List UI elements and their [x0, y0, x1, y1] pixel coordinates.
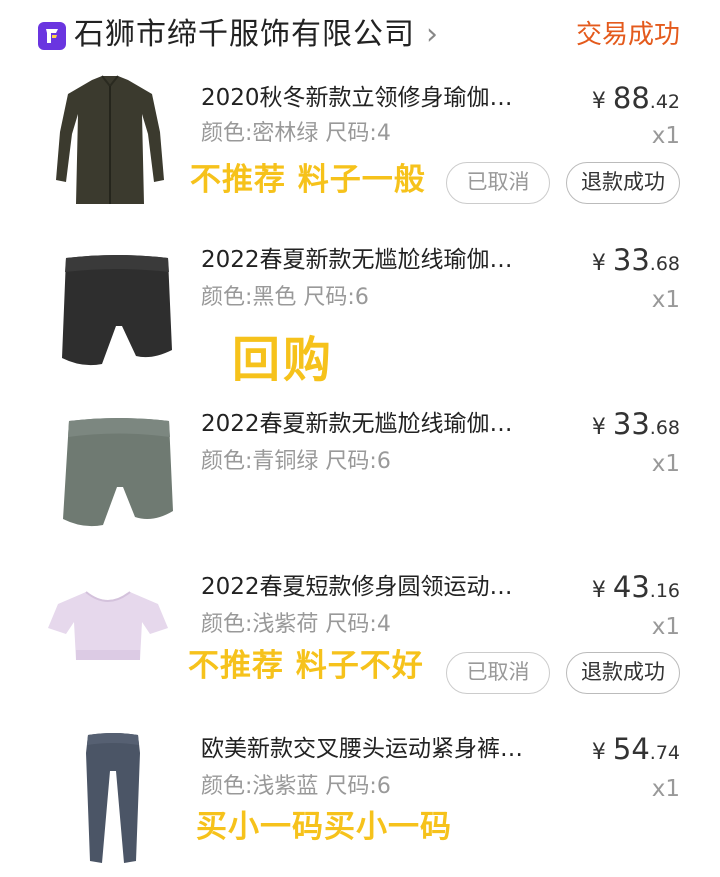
refund-success-button[interactable]: 退款成功 — [566, 652, 680, 694]
currency-symbol: ¥ — [591, 89, 606, 114]
currency-symbol: ¥ — [591, 251, 606, 276]
product-image-jacket[interactable] — [40, 72, 180, 214]
product-image-black-shorts[interactable] — [52, 252, 182, 372]
product-price: ¥ 54.74 — [592, 733, 680, 769]
annotation-text: 不推荐 料子一般 — [190, 162, 426, 198]
product-title[interactable]: 2020秋冬新款立领修身瑜伽… — [201, 82, 551, 114]
currency-symbol: ¥ — [591, 740, 606, 765]
cancelled-button[interactable]: 已取消 — [446, 652, 550, 694]
price-integer: 43 — [612, 570, 650, 604]
product-quantity: x1 — [651, 123, 680, 149]
price-decimal: .16 — [649, 580, 680, 602]
product-spec: 颜色:青铜绿 尺码:6 — [201, 449, 391, 474]
shop-header[interactable]: 石狮市缔千服饰有限公司 › 交易成功 — [0, 0, 720, 70]
price-integer: 33 — [612, 243, 650, 277]
product-image-crop-top[interactable] — [46, 588, 170, 668]
product-quantity: x1 — [651, 776, 680, 802]
product-price: ¥ 43.16 — [592, 571, 680, 607]
product-title[interactable]: 欧美新款交叉腰头运动紧身裤… — [201, 733, 566, 765]
product-title[interactable]: 2022春夏新款无尴尬线瑜伽… — [201, 408, 551, 440]
order-status: 交易成功 — [575, 20, 680, 50]
price-integer: 88 — [612, 81, 650, 115]
currency-symbol: ¥ — [591, 578, 606, 603]
refund-success-button[interactable]: 退款成功 — [566, 162, 680, 204]
product-quantity: x1 — [651, 287, 680, 313]
product-title[interactable]: 2022春夏新款无尴尬线瑜伽… — [201, 244, 551, 276]
product-spec: 颜色:黑色 尺码:6 — [201, 285, 369, 310]
currency-symbol: ¥ — [591, 415, 606, 440]
price-decimal: .68 — [649, 253, 680, 275]
price-decimal: .68 — [649, 417, 680, 439]
product-spec: 颜色:浅紫蓝 尺码:6 — [201, 774, 391, 799]
product-price: ¥ 88.42 — [592, 82, 680, 118]
shop-name[interactable]: 石狮市缔千服饰有限公司 — [74, 16, 415, 54]
annotation-text: 回购 — [232, 332, 335, 388]
price-integer: 33 — [612, 407, 650, 441]
price-decimal: .42 — [649, 91, 680, 113]
chevron-right-icon[interactable]: › — [426, 18, 438, 52]
product-image-leggings[interactable] — [80, 733, 146, 865]
product-spec: 颜色:密林绿 尺码:4 — [201, 121, 391, 146]
price-integer: 54 — [612, 732, 650, 766]
shop-logo-icon — [38, 22, 66, 50]
price-decimal: .74 — [649, 742, 680, 764]
annotation-text: 不推荐 料子不好 — [188, 648, 424, 684]
product-quantity: x1 — [651, 451, 680, 477]
product-price: ¥ 33.68 — [592, 244, 680, 280]
product-price: ¥ 33.68 — [592, 408, 680, 444]
product-quantity: x1 — [651, 614, 680, 640]
product-image-green-shorts[interactable] — [55, 415, 183, 533]
cancelled-button[interactable]: 已取消 — [446, 162, 550, 204]
product-title[interactable]: 2022春夏短款修身圆领运动… — [201, 571, 551, 603]
annotation-text: 买小一码买小一码 — [196, 809, 452, 845]
product-spec: 颜色:浅紫荷 尺码:4 — [201, 612, 391, 637]
